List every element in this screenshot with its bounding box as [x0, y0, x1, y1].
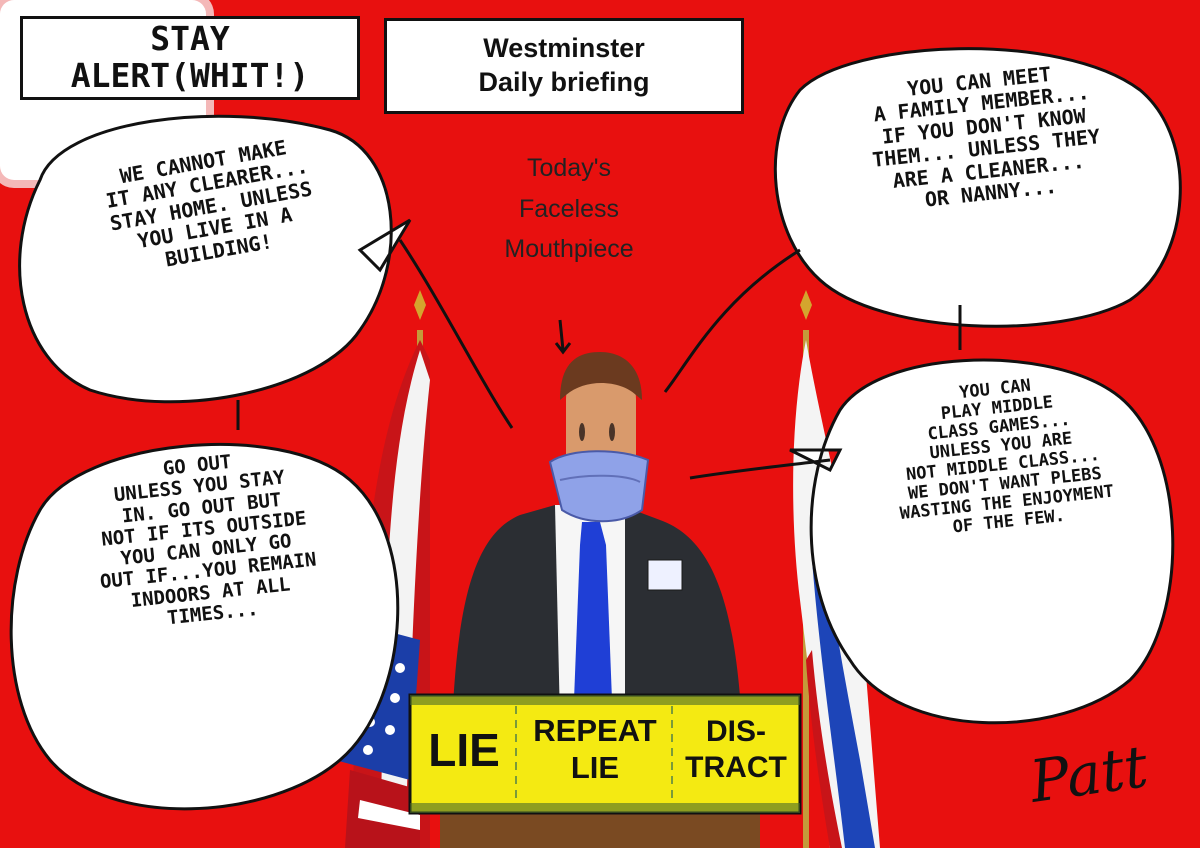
- briefing-title-line2: Daily briefing: [478, 67, 650, 97]
- caption-text: Today's Faceless Mouthpiece: [504, 154, 634, 263]
- briefing-title-line1: Westminster: [483, 33, 645, 64]
- lectern-word-distract: DIS- TRACT: [685, 715, 787, 784]
- bubble-text-bottom-left: Go out unless you stay in. Go out but no…: [99, 450, 318, 630]
- briefing-title-box: Westminster Daily briefing: [384, 18, 744, 114]
- lectern-word-lie: LIE: [428, 724, 500, 776]
- stay-alert-sign: STAY ALERT(WHIT!): [20, 16, 360, 100]
- lectern-word-repeat-lie: REPEAT LIE: [533, 713, 657, 786]
